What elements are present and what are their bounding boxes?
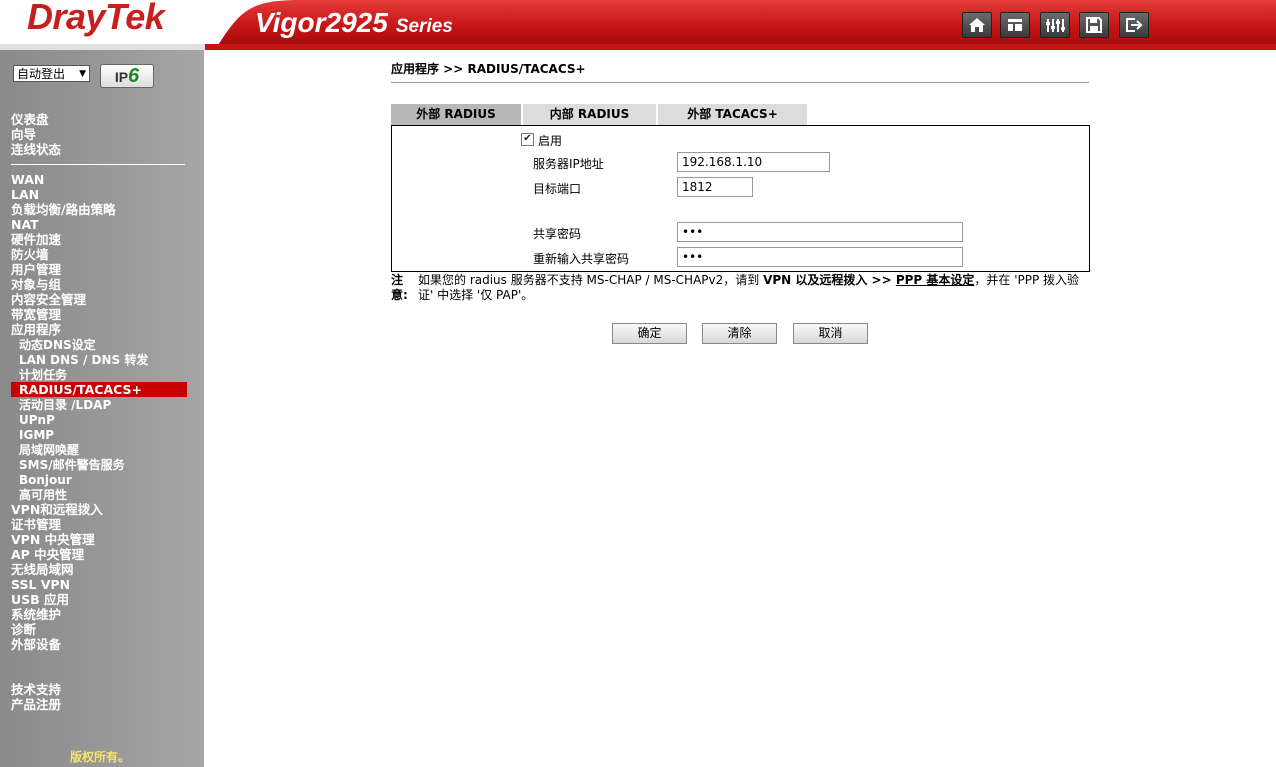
sidebar-item-bandwidth[interactable]: 带宽管理 [11, 307, 61, 322]
sidebar-item-csm[interactable]: 内容安全管理 [11, 292, 86, 307]
note-text-part1: 如果您的 radius 服务器不支持 MS-CHAP / MS-CHAPv2，请… [418, 273, 764, 287]
note-label: 注意: [391, 273, 408, 302]
sidebar-item-nat[interactable]: NAT [11, 217, 39, 232]
tab-external-radius[interactable]: 外部 RADIUS [391, 104, 521, 125]
sidebar-item-usb[interactable]: USB 应用 [11, 592, 69, 607]
sidebar-item-dashboard[interactable]: 仪表盘 [11, 112, 49, 127]
port-input[interactable]: 1812 [677, 177, 753, 197]
breadcrumb: 应用程序 >> RADIUS/TACACS+ [391, 62, 586, 76]
ipv6-button[interactable]: IP6 [100, 64, 154, 88]
enable-checkbox[interactable]: ✔ [521, 133, 534, 146]
auto-logout-select[interactable]: 自动登出 ▼ [13, 65, 90, 82]
logout-icon[interactable] [1119, 12, 1149, 38]
sidebar-item-sms-mail[interactable]: SMS/邮件警告服务 [19, 458, 125, 473]
model-series: Series [395, 16, 453, 37]
ppp-settings-link[interactable]: PPP 基本设定 [896, 273, 975, 287]
sidebar-item-firewall[interactable]: 防火墙 [11, 247, 49, 262]
port-label: 目标端口 [533, 182, 582, 196]
shared-secret-label: 共享密码 [533, 227, 582, 241]
sidebar-item-schedule[interactable]: 计划任务 [19, 368, 67, 383]
sidebar-divider [11, 164, 185, 165]
settings-icon[interactable] [1040, 12, 1070, 38]
sidebar-item-external-devices[interactable]: 外部设备 [11, 637, 61, 652]
sidebar-item-support[interactable]: 技术支持 [11, 682, 61, 697]
quick-start-icon[interactable] [1000, 12, 1030, 38]
sidebar-item-vpn-remote[interactable]: VPN和远程拨入 [11, 502, 103, 517]
server-ip-label: 服务器IP地址 [533, 157, 604, 171]
confirm-secret-label: 重新输入共享密码 [533, 252, 630, 266]
draytek-logo[interactable]: DrayTek [27, 0, 165, 38]
model-name: Vigor2925 Series [255, 7, 453, 39]
sidebar-item-registration[interactable]: 产品注册 [11, 697, 61, 712]
sidebar-item-wizard[interactable]: 向导 [11, 127, 36, 142]
sidebar-item-bonjour[interactable]: Bonjour [19, 473, 72, 488]
clear-button[interactable]: 清除 [702, 323, 777, 344]
breadcrumb-divider [391, 82, 1089, 83]
sidebar-item-central-ap[interactable]: AP 中央管理 [11, 547, 84, 562]
chevron-down-icon: ▼ [79, 69, 86, 79]
sidebar-item-high-availability[interactable]: 高可用性 [19, 488, 67, 503]
tab-internal-radius[interactable]: 内部 RADIUS [523, 104, 656, 125]
sidebar-item-lan[interactable]: LAN [11, 187, 39, 202]
sidebar-item-igmp[interactable]: IGMP [19, 428, 54, 443]
sidebar-item-applications[interactable]: 应用程序 [11, 322, 61, 337]
save-icon[interactable] [1079, 12, 1109, 38]
sidebar-item-certificate[interactable]: 证书管理 [11, 517, 61, 532]
sidebar-item-hw-accel[interactable]: 硬件加速 [11, 232, 61, 247]
sidebar-item-ddns[interactable]: 动态DNS设定 [19, 338, 96, 353]
server-ip-input[interactable]: 192.168.1.10 [677, 152, 830, 172]
sidebar-item-online-status[interactable]: 连线状态 [11, 142, 61, 157]
sidebar-item-user-management[interactable]: 用户管理 [11, 262, 61, 277]
confirm-secret-input[interactable]: ••• [677, 247, 963, 267]
auto-logout-value: 自动登出 [17, 67, 66, 81]
sidebar-item-load-balance[interactable]: 负载均衡/路由策略 [11, 202, 116, 217]
sidebar-item-objects-groups[interactable]: 对象与组 [11, 277, 61, 292]
sidebar-item-wlan[interactable]: 无线局域网 [11, 562, 74, 577]
sidebar-item-wol[interactable]: 局域网唤醒 [19, 443, 79, 458]
sidebar-item-radius-tacacs[interactable]: RADIUS/TACACS+ [11, 382, 187, 397]
copyright-text: 版权所有。 [70, 750, 131, 764]
sidebar-item-system-maintenance[interactable]: 系统维护 [11, 607, 61, 622]
sidebar-item-active-directory[interactable]: 活动目录 /LDAP [19, 398, 111, 413]
cancel-button[interactable]: 取消 [793, 323, 868, 344]
note-text-bold: VPN 以及远程拨入 >> [763, 273, 896, 287]
sidebar-item-wan[interactable]: WAN [11, 172, 44, 187]
enable-label: 启用 [538, 134, 563, 148]
sidebar-item-diagnostics[interactable]: 诊断 [11, 622, 36, 637]
sidebar-item-central-vpn[interactable]: VPN 中央管理 [11, 532, 95, 547]
ok-button[interactable]: 确定 [612, 323, 687, 344]
note-text: 如果您的 radius 服务器不支持 MS-CHAP / MS-CHAPv2，请… [418, 273, 1088, 303]
sidebar-item-ssl-vpn[interactable]: SSL VPN [11, 577, 70, 592]
model-number: Vigor2925 [255, 7, 388, 38]
shared-secret-input[interactable]: ••• [677, 222, 963, 242]
tab-external-tacacs[interactable]: 外部 TACACS+ [658, 104, 807, 125]
home-icon[interactable] [962, 12, 992, 38]
sidebar-item-upnp[interactable]: UPnP [19, 413, 55, 428]
header-banner: DrayTek Vigor2925 Series [0, 0, 1276, 50]
sidebar-item-lan-dns[interactable]: LAN DNS / DNS 转发 [19, 353, 148, 368]
